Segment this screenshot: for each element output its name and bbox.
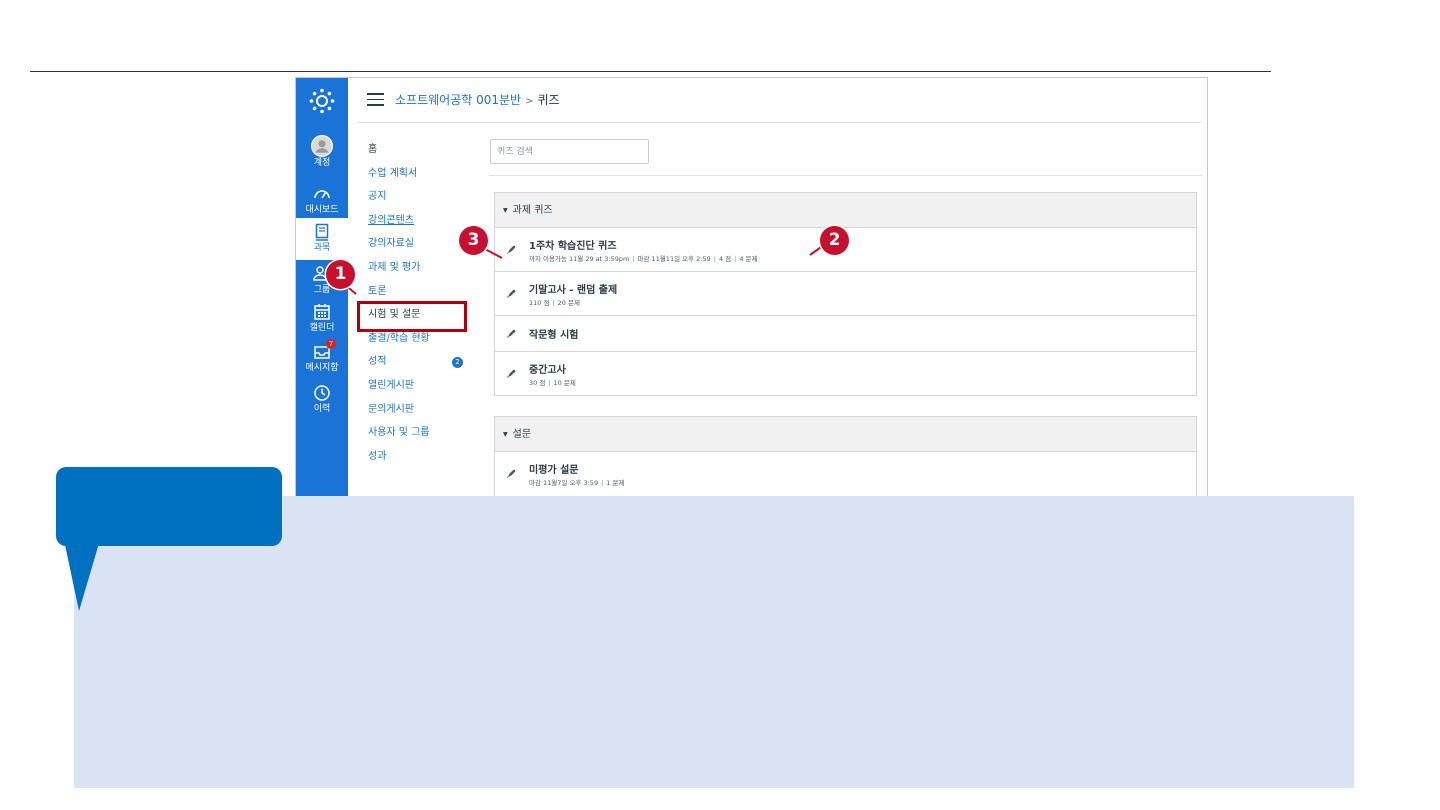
- course-nav-label: 강의콘텐츠: [368, 214, 414, 226]
- global-nav-label: 과목: [313, 243, 331, 253]
- highlight-box-quizzes-menu: [357, 301, 467, 332]
- course-nav-label: 성적: [368, 356, 387, 368]
- search-divider: [489, 175, 1202, 176]
- rocket-icon: [506, 289, 516, 299]
- rocket-icon: [506, 469, 516, 479]
- breadcrumb-current: 퀴즈: [537, 93, 560, 107]
- quiz-title-link[interactable]: 작문형 시험: [529, 326, 578, 341]
- course-nav-home[interactable]: 홈: [368, 142, 478, 166]
- quiz-title-link[interactable]: 미평가 설문: [529, 461, 578, 476]
- inbox-badge: 7: [326, 339, 336, 349]
- quiz-title-link[interactable]: 기말고사 - 랜덤 출제: [529, 281, 617, 296]
- global-nav-courses[interactable]: 과목: [296, 218, 348, 260]
- top-divider: [30, 71, 1271, 72]
- book-icon: [315, 223, 329, 241]
- course-nav-label: 수업 계획서: [368, 167, 418, 179]
- course-nav-attendance[interactable]: 출결/학습 현황: [368, 331, 478, 355]
- step-marker-2: 2: [820, 226, 849, 255]
- quiz-title-link[interactable]: 1주차 학습진단 퀴즈: [529, 237, 617, 252]
- quiz-row[interactable]: 미평가 설문 마감 11월7일 오후 3:59 | 1 문제: [495, 452, 1196, 496]
- section-title: 과제 퀴즈: [512, 205, 553, 216]
- caret-down-icon: ▼: [503, 207, 508, 214]
- global-nav-inbox[interactable]: 7 메시지함: [296, 339, 348, 384]
- quiz-availability: 까지 이용가능 11월 29 at 3:59pm: [529, 255, 630, 263]
- grades-badge: 2: [452, 357, 463, 369]
- step-marker-1: 1: [326, 260, 355, 289]
- quiz-points: 4 점: [718, 255, 732, 263]
- header-divider: [358, 122, 1201, 123]
- quiz-meta: 30 점 | 10 문제: [529, 379, 576, 387]
- global-nav-label: 캘린더: [309, 323, 335, 333]
- section-title: 설문: [512, 429, 532, 440]
- course-nav-label: 강의자료실: [368, 238, 414, 250]
- callout-title-tab: [56, 467, 282, 546]
- course-nav-label: 홈: [368, 144, 378, 155]
- caret-down-icon: ▼: [503, 431, 508, 438]
- quiz-points: 110 점: [529, 299, 550, 307]
- quiz-meta: 마감 11월7일 오후 3:59 | 1 문제: [529, 479, 625, 487]
- rocket-icon: [506, 329, 516, 339]
- quiz-row[interactable]: 작문형 시험: [495, 316, 1196, 352]
- quiz-meta: 까지 이용가능 11월 29 at 3:59pm | 마감 11월11일 오후 2:…: [529, 255, 758, 263]
- quiz-questions: 20 문제: [557, 299, 580, 307]
- quiz-title-link[interactable]: 중간고사: [529, 361, 566, 376]
- quiz-due-date: 마감 11월11일 오후 2:59: [637, 255, 711, 263]
- quiz-due-date: 마감 11월7일 오후 3:59: [529, 479, 599, 487]
- slide: 계정 대시보드 과목 그룹 캘린더 7 메시지함 이력 소프트웨어공학 001분…: [0, 0, 1440, 810]
- menu-toggle-icon[interactable]: [367, 93, 384, 106]
- course-nav-label: 성과: [368, 450, 387, 462]
- global-nav-history[interactable]: 이력: [296, 383, 348, 425]
- global-nav-label: 메시지함: [305, 363, 339, 373]
- breadcrumb: 소프트웨어공학 001분반 > 퀴즈: [395, 91, 560, 108]
- section-header[interactable]: ▼ 설문: [495, 417, 1196, 452]
- course-nav-assignments[interactable]: 과제 및 평가: [368, 260, 478, 284]
- course-nav-label: 공지: [368, 191, 387, 203]
- user-avatar-icon: [311, 135, 333, 157]
- global-nav-calendar[interactable]: 캘린더: [296, 302, 348, 344]
- breadcrumb-course-link[interactable]: 소프트웨어공학 001분반: [395, 93, 521, 107]
- quiz-meta: 110 점 | 20 문제: [529, 299, 580, 307]
- breadcrumb-separator: >: [525, 96, 534, 107]
- quiz-row[interactable]: 기말고사 - 랜덤 출제 110 점 | 20 문제: [495, 272, 1196, 316]
- surveys-section: ▼ 설문 미평가 설문 마감 11월7일 오후 3:59 | 1 문제: [494, 416, 1197, 496]
- course-nav-outcomes[interactable]: 성과: [368, 449, 478, 473]
- course-nav-label: 과제 및 평가: [368, 261, 421, 273]
- course-nav-qna-board[interactable]: 문의게시판: [368, 402, 478, 426]
- global-nav-label: 대시보드: [305, 205, 339, 215]
- canvas-logo-icon[interactable]: [309, 88, 335, 114]
- quiz-search-input[interactable]: [490, 139, 649, 164]
- course-nav-grades[interactable]: 성적 2: [368, 354, 478, 378]
- calendar-icon: [314, 304, 330, 320]
- section-header[interactable]: ▼ 과제 퀴즈: [495, 193, 1196, 228]
- step-marker-3: 3: [459, 226, 488, 255]
- rocket-icon: [506, 369, 516, 379]
- global-nav-label: 이력: [313, 404, 331, 414]
- speedometer-icon: [314, 190, 330, 199]
- course-nav-label: 사용자 및 그룹: [368, 427, 430, 439]
- global-nav-label: 계정: [313, 158, 331, 168]
- quiz-questions: 4 문제: [739, 255, 758, 263]
- quiz-points: 30 점: [529, 379, 546, 387]
- course-nav-announcements[interactable]: 공지: [368, 189, 478, 213]
- course-nav-people[interactable]: 사용자 및 그룹: [368, 425, 478, 449]
- course-nav-syllabus[interactable]: 수업 계획서: [368, 166, 478, 190]
- quiz-questions: 1 문제: [606, 479, 625, 487]
- course-nav-label: 열린게시판: [368, 379, 414, 391]
- clock-icon: [314, 385, 330, 401]
- global-nav-account[interactable]: 계정: [296, 135, 348, 177]
- course-nav-open-board[interactable]: 열린게시판: [368, 378, 478, 402]
- course-nav-label: 출결/학습 현황: [368, 332, 430, 344]
- course-nav-label: 토론: [368, 285, 387, 297]
- quiz-questions: 10 문제: [553, 379, 576, 387]
- lms-screenshot: 계정 대시보드 과목 그룹 캘린더 7 메시지함 이력 소프트웨어공학 001분…: [295, 77, 1208, 497]
- rocket-icon: [506, 245, 516, 255]
- course-nav-label: 문의게시판: [368, 403, 414, 415]
- assignment-quizzes-section: ▼ 과제 퀴즈 1주차 학습진단 퀴즈 까지 이용가능 11월 29 at 3:5…: [494, 192, 1197, 396]
- quiz-row[interactable]: 중간고사 30 점 | 10 문제: [495, 352, 1196, 396]
